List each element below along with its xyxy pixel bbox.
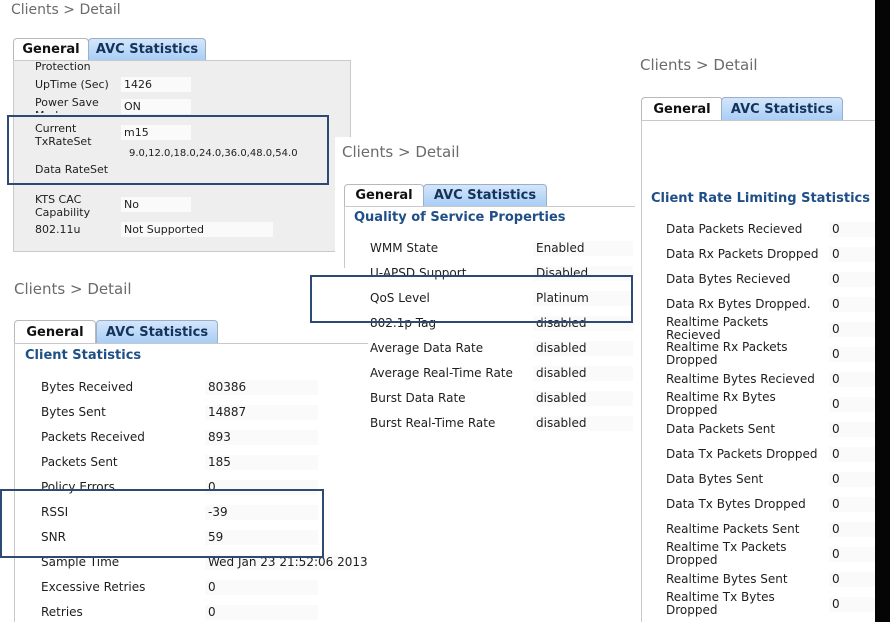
realtime-rx-bytes-dropped-label: Realtime Rx Bytes Dropped bbox=[666, 390, 776, 417]
tab-general[interactable]: General bbox=[14, 320, 96, 344]
uptime-value: 1426 bbox=[121, 77, 191, 92]
tab-general[interactable]: General bbox=[13, 38, 89, 61]
retries-value: 0 bbox=[205, 605, 318, 620]
tab-avc-statistics[interactable]: AVC Statistics bbox=[96, 320, 218, 344]
section-title: Client Statistics bbox=[25, 348, 142, 363]
protection-label: Protection bbox=[35, 60, 91, 73]
realtime-bytes-recieved-label: Realtime Bytes Recieved bbox=[666, 372, 815, 386]
excessive-retries-label: Excessive Retries bbox=[41, 580, 146, 594]
breadcrumb[interactable]: Clients > Detail bbox=[342, 143, 460, 161]
packets-received-value: 893 bbox=[205, 430, 318, 445]
80211u-value: Not Supported bbox=[121, 222, 273, 237]
tab-avc-statistics[interactable]: AVC Statistics bbox=[423, 184, 547, 207]
data-packets-recieved-label: Data Packets Recieved bbox=[666, 222, 803, 236]
tab-avc-statistics[interactable]: AVC Statistics bbox=[721, 97, 843, 121]
breadcrumb[interactable]: Clients > Detail bbox=[14, 280, 132, 298]
data-tx-bytes-dropped-label: Data Tx Bytes Dropped bbox=[666, 497, 806, 511]
realtime-bytes-sent-label: Realtime Bytes Sent bbox=[666, 572, 788, 586]
tab-general[interactable]: General bbox=[344, 184, 424, 207]
realtime-rx-packets-dropped-label: Realtime Rx Packets Dropped bbox=[666, 340, 788, 367]
data-packets-sent-label: Data Packets Sent bbox=[666, 422, 776, 436]
wmm-state-label: WMM State bbox=[370, 241, 439, 255]
breadcrumb[interactable]: Clients > Detail bbox=[11, 2, 121, 18]
bytes-sent-value: 14887 bbox=[205, 405, 318, 420]
highlight-qos-level bbox=[310, 275, 633, 323]
average-real-time-rate-label: Average Real-Time Rate bbox=[370, 366, 513, 380]
burst-data-rate-value: disabled bbox=[533, 391, 633, 406]
bytes-received-label: Bytes Received bbox=[41, 380, 134, 394]
data-rx-packets-dropped-label: Data Rx Packets Dropped bbox=[666, 247, 819, 261]
power-save-value: ON bbox=[121, 99, 191, 114]
panel-rate-limiting: Clients > Detail General AVC Statistics … bbox=[632, 48, 890, 622]
realtime-tx-bytes-dropped-label: Realtime Tx Bytes Dropped bbox=[666, 590, 775, 617]
uptime-label: UpTime (Sec) bbox=[35, 78, 109, 91]
realtime-packets-sent-label: Realtime Packets Sent bbox=[666, 522, 800, 536]
packets-sent-label: Packets Sent bbox=[41, 455, 118, 469]
average-real-time-rate-value: disabled bbox=[533, 366, 633, 381]
burst-real-time-rate-label: Burst Real-Time Rate bbox=[370, 416, 496, 430]
average-data-rate-label: Average Data Rate bbox=[370, 341, 484, 355]
average-data-rate-value: disabled bbox=[533, 341, 633, 356]
burst-data-rate-label: Burst Data Rate bbox=[370, 391, 466, 405]
power-save-label: Power Save Mode bbox=[35, 96, 99, 113]
retries-label: Retries bbox=[41, 605, 83, 619]
data-bytes-recieved-label: Data Bytes Recieved bbox=[666, 272, 791, 286]
data-rx-bytes-dropped-label: Data Rx Bytes Dropped. bbox=[666, 297, 811, 311]
packets-received-label: Packets Received bbox=[41, 430, 145, 444]
realtime-packets-recieved-label: Realtime Packets Recieved bbox=[666, 315, 769, 342]
tab-general[interactable]: General bbox=[641, 97, 723, 121]
bytes-received-value: 80386 bbox=[205, 380, 318, 395]
kts-cac-value: No bbox=[121, 197, 191, 212]
data-bytes-sent-label: Data Bytes Sent bbox=[666, 472, 764, 486]
breadcrumb[interactable]: Clients > Detail bbox=[640, 56, 758, 74]
excessive-retries-value: 0 bbox=[205, 580, 318, 595]
tab-avc-statistics[interactable]: AVC Statistics bbox=[88, 38, 206, 61]
burst-real-time-rate-value: disabled bbox=[533, 416, 633, 431]
section-title: Quality of Service Properties bbox=[354, 210, 566, 225]
80211u-label: 802.11u bbox=[35, 223, 81, 236]
screen-edge bbox=[875, 0, 890, 622]
section-title: Client Rate Limiting Statistics bbox=[651, 191, 870, 206]
highlight-rssi-snr bbox=[0, 489, 324, 558]
data-tx-packets-dropped-label: Data Tx Packets Dropped bbox=[666, 447, 818, 461]
packets-sent-value: 185 bbox=[205, 455, 318, 470]
highlight-rate-set bbox=[7, 115, 329, 185]
realtime-tx-packets-dropped-label: Realtime Tx Packets Dropped bbox=[666, 540, 787, 567]
wmm-state-value: Enabled bbox=[533, 241, 633, 256]
bytes-sent-label: Bytes Sent bbox=[41, 405, 106, 419]
kts-cac-label: KTS CAC Capability bbox=[35, 193, 91, 219]
